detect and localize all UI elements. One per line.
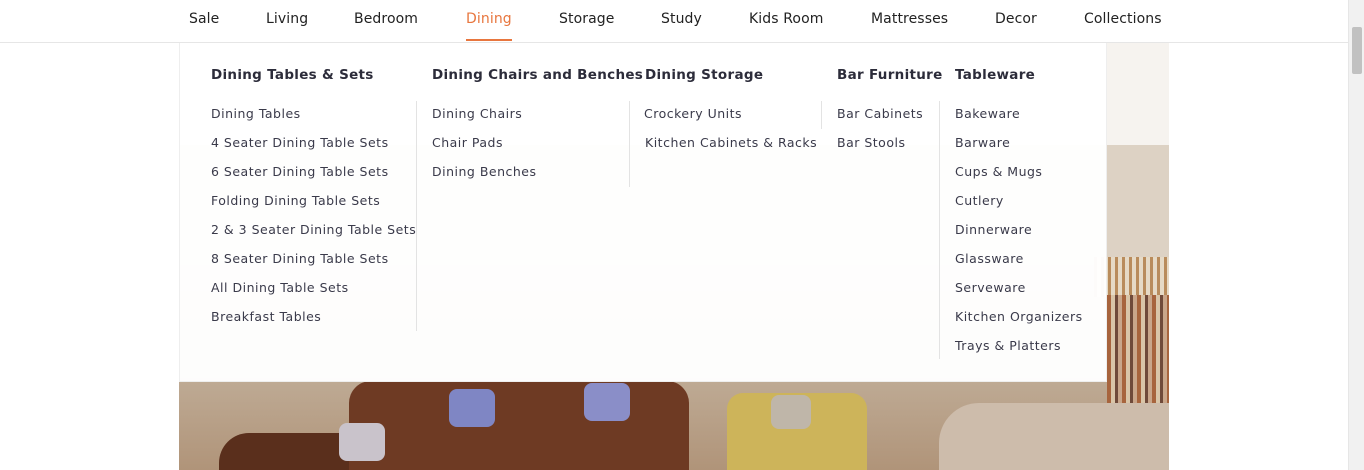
nav-item-storage[interactable]: Storage <box>559 11 614 27</box>
column-title-dining-tables-sets[interactable]: Dining Tables & Sets <box>211 67 374 83</box>
menu-link[interactable]: Dining Tables <box>211 106 301 121</box>
menu-link[interactable]: Serveware <box>955 280 1026 295</box>
column-divider <box>821 101 822 129</box>
menu-link[interactable]: Kitchen Organizers <box>955 309 1083 324</box>
menu-link[interactable]: Bakeware <box>955 106 1020 121</box>
page-scrollbar[interactable] <box>1348 0 1364 470</box>
menu-link[interactable]: All Dining Table Sets <box>211 280 349 295</box>
menu-link[interactable]: Barware <box>955 135 1010 150</box>
nav-item-dining[interactable]: Dining <box>466 11 512 41</box>
column-divider <box>416 101 417 331</box>
menu-link[interactable]: Cups & Mugs <box>955 164 1042 179</box>
menu-link[interactable]: 4 Seater Dining Table Sets <box>211 135 389 150</box>
menu-link[interactable]: Kitchen Cabinets & Racks <box>645 135 817 150</box>
column-title-bar-furniture[interactable]: Bar Furniture <box>837 67 943 83</box>
menu-link[interactable]: Dining Chairs <box>432 106 522 121</box>
menu-link[interactable]: Trays & Platters <box>955 338 1061 353</box>
menu-link[interactable]: 2 & 3 Seater Dining Table Sets <box>211 222 416 237</box>
column-divider <box>629 101 630 187</box>
nav-item-decor[interactable]: Decor <box>995 11 1037 27</box>
nav-item-study[interactable]: Study <box>661 11 702 27</box>
menu-link[interactable]: Breakfast Tables <box>211 309 321 324</box>
menu-link[interactable]: Chair Pads <box>432 135 503 150</box>
menu-link[interactable]: Crockery Units <box>644 106 742 121</box>
menu-link[interactable]: Cutlery <box>955 193 1004 208</box>
column-title-tableware[interactable]: Tableware <box>955 67 1035 83</box>
dining-mega-menu: Dining Tables & Sets Dining Tables 4 Sea… <box>179 43 1107 382</box>
column-title-dining-chairs-benches[interactable]: Dining Chairs and Benches <box>432 67 643 83</box>
nav-item-bedroom[interactable]: Bedroom <box>354 11 418 27</box>
nav-item-collections[interactable]: Collections <box>1084 11 1162 27</box>
menu-link[interactable]: Bar Stools <box>837 135 905 150</box>
menu-link[interactable]: Glassware <box>955 251 1024 266</box>
menu-link[interactable]: 6 Seater Dining Table Sets <box>211 164 389 179</box>
column-divider <box>939 101 940 359</box>
nav-item-sale[interactable]: Sale <box>189 11 219 27</box>
menu-link[interactable]: Bar Cabinets <box>837 106 923 121</box>
menu-link[interactable]: Dining Benches <box>432 164 537 179</box>
menu-link[interactable]: Dinnerware <box>955 222 1032 237</box>
column-title-dining-storage[interactable]: Dining Storage <box>645 67 763 83</box>
nav-item-kids-room[interactable]: Kids Room <box>749 11 823 27</box>
nav-item-mattresses[interactable]: Mattresses <box>871 11 948 27</box>
scrollbar-thumb[interactable] <box>1352 27 1362 74</box>
menu-link[interactable]: Folding Dining Table Sets <box>211 193 380 208</box>
nav-item-living[interactable]: Living <box>266 11 308 27</box>
top-navigation: Sale Living Bedroom Dining Storage Study… <box>0 0 1348 43</box>
menu-link[interactable]: 8 Seater Dining Table Sets <box>211 251 389 266</box>
